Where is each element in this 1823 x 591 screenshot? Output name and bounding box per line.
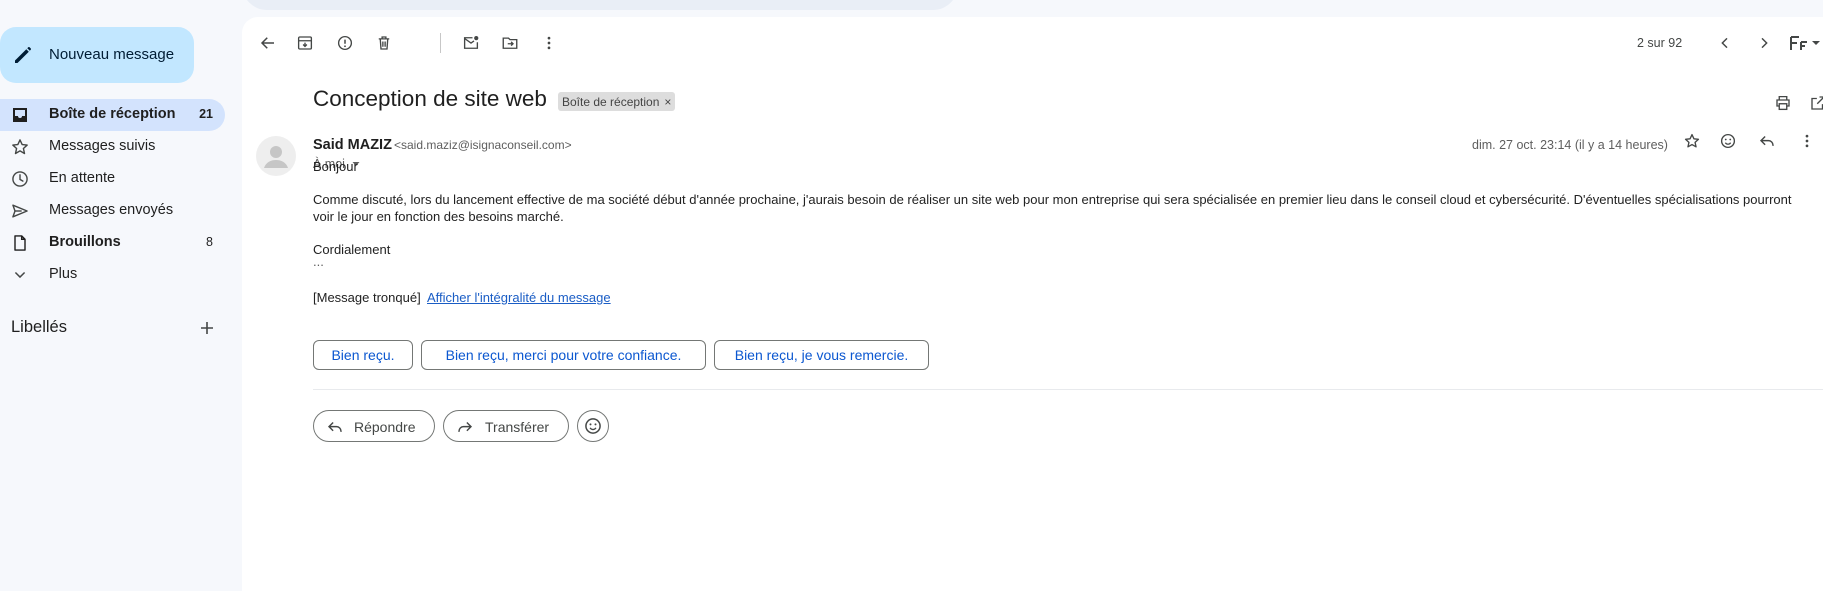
forward-button[interactable]: Transférer	[443, 410, 569, 442]
move-to-icon[interactable]	[496, 29, 524, 57]
reply-button[interactable]: Répondre	[313, 410, 435, 442]
search-bar[interactable]	[242, 0, 958, 10]
sidebar-item-label: Brouillons	[49, 234, 121, 250]
show-full-message-link[interactable]: Afficher l'intégralité du message	[427, 290, 611, 305]
show-trimmed-content[interactable]: ...	[313, 254, 324, 269]
compose-label: Nouveau message	[49, 46, 175, 63]
drafts-count: 8	[206, 235, 213, 249]
more-vert-icon[interactable]	[535, 29, 563, 57]
message-subject: Conception de site web	[313, 86, 547, 111]
sidebar-item-snoozed[interactable]: En attente	[0, 163, 225, 195]
sender-email: <said.maziz@isignaconseil.com>	[394, 138, 572, 152]
emoji-icon	[583, 416, 603, 436]
label-chip: Boîte de réception ×	[558, 92, 676, 111]
sidebar-item-label: Plus	[49, 266, 78, 282]
sidebar-item-label: Boîte de réception	[49, 106, 176, 122]
input-tools-icon[interactable]	[1787, 29, 1823, 57]
remove-label-icon[interactable]: ×	[664, 95, 671, 109]
smart-reply-button[interactable]: Bien reçu.	[313, 340, 413, 370]
labels-heading: Libellés	[11, 318, 67, 336]
message-greeting: Bonjour	[313, 159, 358, 174]
draft-icon	[10, 233, 30, 253]
sidebar-item-drafts[interactable]: Brouillons 8	[0, 227, 225, 259]
avatar[interactable]	[256, 136, 296, 176]
reply-label: Répondre	[354, 419, 416, 435]
truncated-notice: [Message tronqué]	[313, 290, 421, 305]
reply-icon[interactable]	[1753, 127, 1781, 155]
pencil-icon	[11, 43, 35, 67]
sidebar-item-label: Messages envoyés	[49, 202, 174, 218]
message-body-line-2: voir le jour en fonction des besoins mar…	[313, 209, 564, 224]
compose-button[interactable]: Nouveau message	[0, 27, 194, 83]
smart-reply-button[interactable]: Bien reçu, je vous remercie.	[714, 340, 929, 370]
sidebar-item-label: En attente	[49, 170, 116, 186]
print-icon[interactable]	[1769, 89, 1797, 117]
smart-reply-button[interactable]: Bien reçu, merci pour votre confiance.	[421, 340, 706, 370]
archive-icon[interactable]	[291, 29, 319, 57]
more-vert-icon[interactable]	[1793, 127, 1821, 155]
delete-icon[interactable]	[370, 29, 398, 57]
send-icon	[10, 201, 30, 221]
star-icon	[10, 137, 30, 157]
next-icon[interactable]	[1750, 29, 1778, 57]
inbox-icon	[10, 105, 30, 125]
divider	[313, 389, 1823, 390]
sidebar-item-label: Messages suivis	[49, 138, 156, 154]
reply-icon	[326, 418, 344, 436]
sidebar-item-more[interactable]: Plus	[0, 259, 225, 291]
sidebar-item-starred[interactable]: Messages suivis	[0, 131, 225, 163]
message-view: 2 sur 92 Conception de site web Boîte de…	[242, 17, 1823, 591]
sender-name[interactable]: Said MAZIZ	[313, 137, 392, 153]
add-label-icon[interactable]	[196, 317, 218, 339]
report-spam-icon[interactable]	[331, 29, 359, 57]
mark-unread-icon[interactable]	[457, 29, 485, 57]
forward-icon	[456, 418, 474, 436]
message-signoff: Cordialement	[313, 242, 391, 257]
label-chip-text: Boîte de réception	[562, 94, 660, 109]
message-date: dim. 27 oct. 23:14 (il y a 14 heures)	[1472, 138, 1668, 152]
star-icon[interactable]	[1678, 127, 1706, 155]
sidebar-item-sent[interactable]: Messages envoyés	[0, 195, 225, 227]
pagination-text: 2 sur 92	[1637, 36, 1683, 50]
prev-icon[interactable]	[1711, 29, 1739, 57]
emoji-reaction-button[interactable]	[577, 410, 609, 442]
open-new-window-icon[interactable]	[1804, 89, 1823, 117]
sidebar-item-inbox[interactable]: Boîte de réception 21	[0, 99, 225, 131]
back-arrow-icon[interactable]	[254, 29, 282, 57]
sidebar: Nouveau message Boîte de réception 21 Me…	[0, 0, 240, 591]
chevron-down-icon	[10, 265, 30, 285]
toolbar-divider	[440, 33, 441, 53]
unread-count: 21	[199, 107, 213, 121]
forward-label: Transférer	[485, 419, 550, 435]
emoji-react-icon[interactable]	[1714, 127, 1742, 155]
clock-icon	[10, 169, 30, 189]
